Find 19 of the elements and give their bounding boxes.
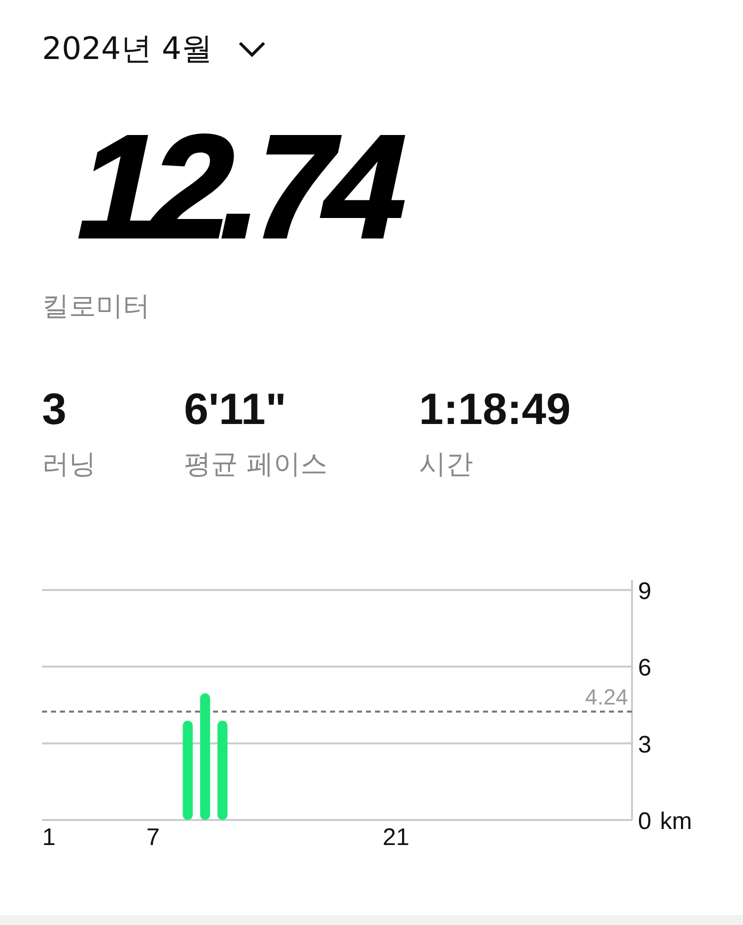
y-axis-unit: km [660,808,692,835]
stat-value: 6'11" [184,386,288,434]
average-label: 4.24 [585,684,628,710]
y-axis-label: 3 [638,731,652,758]
chevron-down-icon [238,41,266,57]
distance-unit: 킬로미터 [42,290,151,324]
stat-value: 1:18:49 [419,386,571,434]
month-selector[interactable]: 2024년 4월 [42,28,266,70]
stat-label: 시간 [419,448,474,482]
y-axis-label: 9 [638,578,652,605]
x-axis-label: 7 [146,824,160,851]
y-axis-label: 0 [638,808,652,835]
stat-label: 평균 페이스 [184,448,329,482]
y-axis-label: 6 [638,654,652,682]
x-axis-label: 21 [382,824,410,851]
stat-label: 러닝 [42,448,97,482]
x-axis-label: 1 [42,824,56,851]
total-distance: 12.74 [66,114,412,260]
stat-value: 3 [42,386,68,434]
